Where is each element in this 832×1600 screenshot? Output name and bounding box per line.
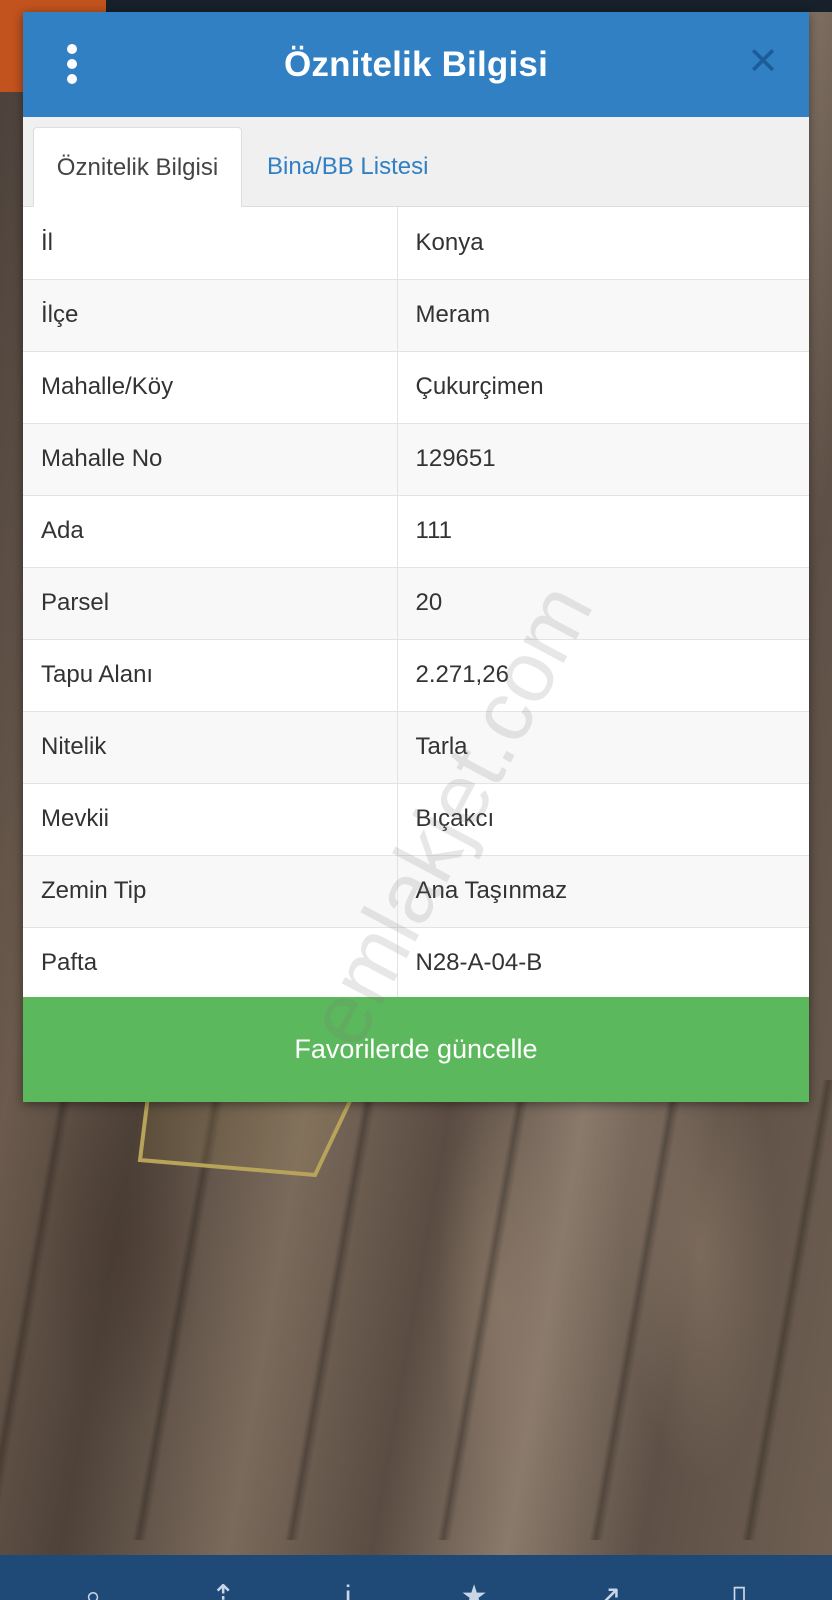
attribute-table: İl Konya İlçe Meram Mahalle/Köy Çukurçim… bbox=[23, 207, 809, 1000]
document-icon[interactable]: ▯ bbox=[731, 1582, 748, 1600]
row-key: Pafta bbox=[23, 927, 398, 1000]
row-value: Konya bbox=[397, 207, 809, 280]
table-row: Mahalle No 129651 bbox=[23, 423, 809, 496]
row-value: Bıçakcı bbox=[397, 783, 809, 856]
row-value: Ana Taşınmaz bbox=[397, 855, 809, 928]
info-icon[interactable]: i bbox=[345, 1582, 352, 1600]
star-icon[interactable]: ★ bbox=[461, 1582, 488, 1600]
row-key: Parsel bbox=[23, 567, 398, 640]
close-icon[interactable]: ✕ bbox=[743, 42, 783, 82]
table-row: Ada 111 bbox=[23, 495, 809, 568]
table-row: Nitelik Tarla bbox=[23, 711, 809, 784]
top-bar-strip bbox=[106, 0, 832, 12]
table-row: Parsel 20 bbox=[23, 567, 809, 640]
modal-title: Öznitelik Bilgisi bbox=[283, 44, 548, 84]
update-favorites-button[interactable]: Favorilerde güncelle bbox=[23, 997, 809, 1102]
arrow-icon[interactable]: ↗ bbox=[597, 1582, 622, 1600]
row-key: Mahalle No bbox=[23, 423, 398, 496]
map-field-texture bbox=[0, 1080, 832, 1540]
row-key: Tapu Alanı bbox=[23, 639, 398, 712]
row-key: Nitelik bbox=[23, 711, 398, 784]
bottom-navigation: ⌕ ⇡ i ★ ↗ ▯ bbox=[0, 1555, 832, 1600]
row-value: Tarla bbox=[397, 711, 809, 784]
table-row: Zemin Tip Ana Taşınmaz bbox=[23, 855, 809, 928]
row-value: Meram bbox=[397, 279, 809, 352]
vertical-dots-icon[interactable] bbox=[63, 44, 81, 84]
row-value: 129651 bbox=[397, 423, 809, 496]
row-key: Mahalle/Köy bbox=[23, 351, 398, 424]
table-row: İlçe Meram bbox=[23, 279, 809, 352]
row-value: N28-A-04-B bbox=[397, 927, 809, 1000]
tab-building-list[interactable]: Bina/BB Listesi bbox=[249, 127, 446, 207]
row-key: Mevkii bbox=[23, 783, 398, 856]
table-row: Mevkii Bıçakcı bbox=[23, 783, 809, 856]
attribute-info-modal: Öznitelik Bilgisi ✕ Öznitelik Bilgisi Bi… bbox=[23, 12, 809, 1102]
row-value: 111 bbox=[397, 495, 809, 568]
table-row: Tapu Alanı 2.271,26 bbox=[23, 639, 809, 712]
tab-bar: Öznitelik Bilgisi Bina/BB Listesi bbox=[23, 117, 809, 207]
row-key: İl bbox=[23, 207, 398, 280]
search-icon[interactable]: ⌕ bbox=[85, 1582, 102, 1600]
row-value: 2.271,26 bbox=[397, 639, 809, 712]
tab-attribute-info[interactable]: Öznitelik Bilgisi bbox=[33, 127, 242, 207]
row-value: 20 bbox=[397, 567, 809, 640]
location-icon[interactable]: ⇡ bbox=[211, 1582, 236, 1600]
row-key: İlçe bbox=[23, 279, 398, 352]
row-key: Zemin Tip bbox=[23, 855, 398, 928]
row-key: Ada bbox=[23, 495, 398, 568]
modal-header: Öznitelik Bilgisi ✕ bbox=[23, 12, 809, 117]
table-row: Mahalle/Köy Çukurçimen bbox=[23, 351, 809, 424]
table-row: Pafta N28-A-04-B bbox=[23, 927, 809, 1000]
row-value: Çukurçimen bbox=[397, 351, 809, 424]
table-row: İl Konya bbox=[23, 207, 809, 280]
